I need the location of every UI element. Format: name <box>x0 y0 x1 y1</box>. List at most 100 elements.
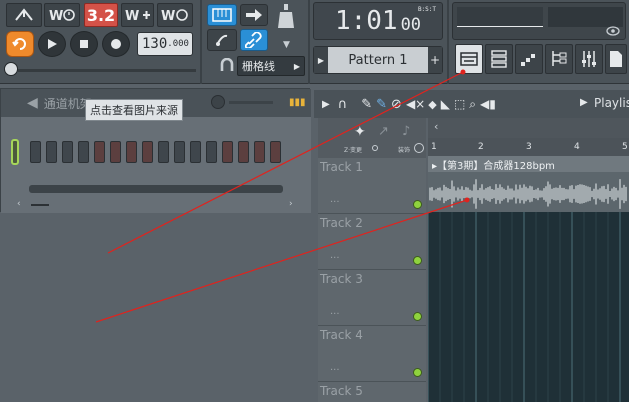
swing-slider[interactable] <box>229 101 273 104</box>
audio-clip-icon[interactable]: ♪ <box>402 124 410 139</box>
step-pad[interactable] <box>174 141 185 163</box>
playlist-scroll-strip[interactable]: ‹ <box>428 118 629 138</box>
playlist-window-button[interactable] <box>455 44 483 74</box>
time-sub: 00 <box>400 15 422 35</box>
track-header[interactable]: Track 2 ... <box>318 214 426 270</box>
track-active-led[interactable] <box>413 200 422 209</box>
play-button[interactable] <box>38 31 66 57</box>
step-pad[interactable] <box>110 141 121 163</box>
track-active-led[interactable] <box>413 256 422 265</box>
pattern-song-toggle[interactable] <box>6 31 34 57</box>
countdown-button[interactable]: 3.2 <box>84 3 118 27</box>
magnet-icon[interactable] <box>220 57 234 72</box>
audio-clip-header[interactable]: ▸【第3期】合成器128bpm <box>428 156 629 172</box>
step-pad[interactable] <box>94 141 105 163</box>
loop-icon: W <box>161 9 188 23</box>
step-pad[interactable] <box>222 141 233 163</box>
timeline-ruler[interactable]: 1 2 3 4 5 <box>428 138 629 156</box>
rack-prev-arrow-icon[interactable]: ‹ <box>17 199 21 209</box>
track-active-led[interactable] <box>413 312 422 321</box>
paint-tool-icon[interactable]: ✎ <box>376 97 387 112</box>
track-active-led[interactable] <box>413 368 422 377</box>
track-header[interactable]: Track 1 ... <box>318 158 426 214</box>
tempo-field[interactable]: 130.000 <box>137 32 193 56</box>
track-name: Track 1 <box>320 160 363 174</box>
select-tool-icon[interactable]: ⬚ <box>454 97 465 111</box>
step-pad[interactable] <box>190 141 201 163</box>
step-plus-icon: W <box>125 9 150 23</box>
tool-radio[interactable] <box>372 145 378 151</box>
track-header[interactable]: Track 4 ... <box>318 326 426 382</box>
pattern-selector[interactable]: ▶ Pattern 1 + <box>313 46 443 74</box>
wait-input-button[interactable]: W <box>44 3 80 27</box>
step-pad[interactable] <box>254 141 265 163</box>
knob-icon <box>278 4 294 28</box>
add-pattern-button[interactable]: + <box>428 47 442 73</box>
step-pad[interactable] <box>62 141 73 163</box>
step-edit-button[interactable]: W <box>121 3 154 27</box>
chevron-down-icon[interactable]: ▼ <box>283 40 290 50</box>
metronome-pitch-button[interactable] <box>207 29 237 51</box>
step-pad[interactable] <box>270 141 281 163</box>
slip-tool-icon[interactable]: ◆ <box>428 98 436 111</box>
stop-button[interactable] <box>70 31 98 57</box>
record-button[interactable] <box>102 31 130 57</box>
automation-icon[interactable]: ↗ <box>378 124 389 139</box>
plugin-picker-button[interactable] <box>605 44 627 74</box>
step-pad[interactable] <box>238 141 249 163</box>
zoom-tool-icon[interactable]: ⌕ <box>469 97 476 112</box>
metronome-button[interactable] <box>6 3 42 27</box>
slice-tool-icon[interactable]: ◣ <box>441 97 450 111</box>
tempo-value: 130 <box>142 36 168 52</box>
typing-keyboard-button[interactable] <box>207 4 237 26</box>
mute-tool-icon[interactable]: ◀× <box>406 97 425 111</box>
step-pad[interactable] <box>30 141 41 163</box>
delete-tool-icon[interactable]: ⊘ <box>391 97 402 112</box>
channel-rack-scrollbar[interactable] <box>29 185 283 193</box>
time-main: 1:01 <box>334 6 398 36</box>
snap-value: 栅格线 <box>242 60 275 73</box>
master-volume-slider[interactable] <box>18 69 196 72</box>
track-header[interactable]: Track 5 <box>318 382 426 402</box>
step-pad[interactable] <box>206 141 217 163</box>
track-tools-panel: ✦ ↗ ♪ Z·变更 装饰 <box>318 118 426 158</box>
clip-type-icon[interactable]: ✦ <box>354 124 366 140</box>
audio-clip-waveform[interactable] <box>428 172 629 212</box>
track-list: Track 1 ... Track 2 ... Track 3 ... Trac… <box>318 158 426 402</box>
rack-next-arrow-icon[interactable]: › <box>289 199 293 209</box>
step-pad[interactable] <box>142 141 153 163</box>
playlist-magnet-icon[interactable]: ∩ <box>338 97 348 112</box>
clock-icon: W <box>49 9 75 23</box>
playlist-window-arrow-icon[interactable]: ▶ <box>580 97 588 108</box>
draw-tool-icon[interactable]: ✎ <box>361 97 372 112</box>
link-button[interactable] <box>240 29 268 51</box>
step-pad[interactable] <box>126 141 137 163</box>
loop-record-button[interactable]: W <box>157 3 193 27</box>
song-position-display[interactable]: B:S:T 1:01 00 <box>313 2 443 40</box>
browser-window-button[interactable] <box>545 44 573 74</box>
speaker-icon[interactable]: ◀ <box>27 95 38 111</box>
step-forward-button[interactable] <box>240 4 268 26</box>
track-header[interactable]: Track 3 ... <box>318 270 426 326</box>
rack-scroll-handle[interactable] <box>31 204 49 206</box>
swing-knob[interactable] <box>211 95 225 109</box>
graph-icon[interactable]: ▮▮▮ <box>289 97 306 108</box>
eye-icon[interactable] <box>606 26 620 36</box>
pattern-prev-icon[interactable]: ▶ <box>314 47 328 73</box>
snap-selector[interactable]: 栅格线 ▶ <box>237 56 305 76</box>
toolbar-divider-3 <box>447 0 449 84</box>
piano-roll-window-button[interactable] <box>515 44 543 74</box>
step-pad[interactable] <box>158 141 169 163</box>
mixer-window-button[interactable] <box>575 44 603 74</box>
playlist-arrow-icon[interactable]: ▶ <box>322 99 330 110</box>
channel-rack-window-button[interactable] <box>485 44 513 74</box>
tool-toggle[interactable] <box>414 143 424 153</box>
channel-select-led[interactable] <box>11 139 19 165</box>
step-pad[interactable] <box>78 141 89 163</box>
playback-tool-icon[interactable]: ◀▮ <box>480 97 496 111</box>
master-pitch-knob[interactable] <box>4 62 18 76</box>
blend-notes-knob[interactable] <box>272 2 300 32</box>
step-pad[interactable] <box>46 141 57 163</box>
ruler-mark: 4 <box>574 142 580 152</box>
scroll-left-icon[interactable]: ‹ <box>434 120 438 133</box>
